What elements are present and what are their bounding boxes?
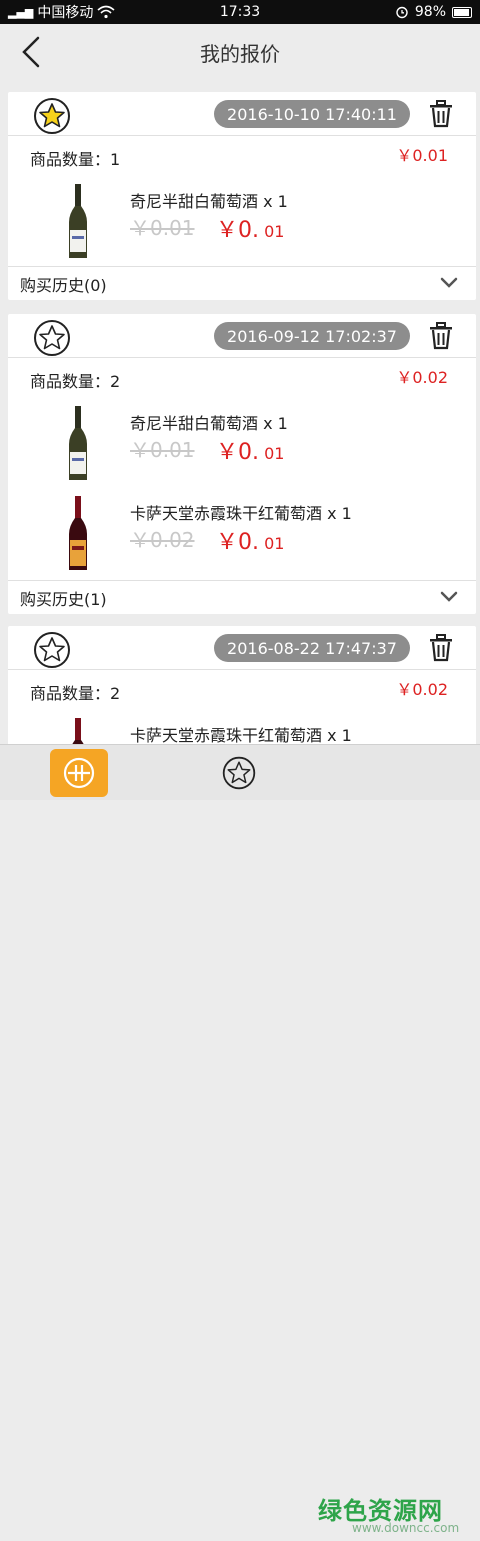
total-suffix: 02 (427, 680, 448, 699)
quote-date: 2016-09-12 17:02:37 (214, 322, 410, 350)
back-chevron-icon[interactable] (12, 32, 52, 72)
product-row[interactable]: 卡萨天堂赤霞珠干红葡萄酒 x 1 (8, 712, 476, 744)
product-name: 卡萨天堂赤霞珠干红葡萄酒 x 1 (130, 504, 352, 523)
price-suffix: 01 (259, 444, 285, 463)
red-wine-bottle-image (72, 718, 84, 744)
history-label: 购买历史(0) (20, 275, 107, 295)
star-outline-icon (222, 756, 256, 790)
history-label: 购买历史(1) (20, 589, 107, 609)
site-watermark: 绿色资源网 www.downcc.com (318, 1491, 462, 1541)
original-price: ￥0.01 (130, 216, 195, 240)
product-row[interactable]: 卡萨天堂赤霞珠干红葡萄酒 x 1 ￥0.02 ￥0. 01 (8, 490, 476, 580)
price-suffix: 01 (259, 222, 285, 241)
total-prefix: ￥0. (396, 146, 428, 165)
carrier-label: 中国移动 (37, 5, 94, 21)
status-time: 17:33 (219, 4, 261, 20)
trash-icon[interactable] (428, 634, 454, 662)
quote-icon (63, 757, 95, 789)
page-title: 我的报价 (200, 41, 280, 66)
tab-favorites[interactable] (210, 749, 268, 797)
star-outline-icon[interactable] (32, 318, 72, 358)
quote-list[interactable]: 2016-10-10 17:40:11 商品数量：1 ￥0.01 奇尼半甜白葡萄… (0, 90, 480, 744)
status-bar: ▂▄▆ 中国移动 17:33 98% (0, 0, 480, 24)
original-price: ￥0.02 (130, 528, 195, 552)
chevron-down-icon[interactable] (440, 277, 458, 289)
red-wine-bottle-image (69, 496, 87, 570)
card-header: 2016-08-22 17:47:37 (8, 626, 476, 670)
quote-price: ￥0. 01 (216, 434, 284, 466)
total-prefix: ￥0. (396, 368, 428, 387)
product-row[interactable]: 奇尼半甜白葡萄酒 x 1 ￥0.01 ￥0. 01 (8, 400, 476, 490)
watermark-url: www.downcc.com (352, 1521, 460, 1535)
quote-card: 2016-10-10 17:40:11 商品数量：1 ￥0.01 奇尼半甜白葡萄… (8, 92, 476, 300)
battery-percent: 98% (414, 4, 446, 20)
trash-icon[interactable] (428, 322, 454, 350)
purchase-history-toggle[interactable]: 购买历史(1) (8, 580, 476, 614)
trash-icon[interactable] (428, 100, 454, 128)
white-wine-bottle-image (69, 184, 87, 258)
quote-price: ￥0. 01 (216, 212, 284, 244)
signal-icon: ▂▄▆ (8, 5, 34, 19)
item-count: 商品数量：1 (30, 150, 121, 169)
star-filled-icon[interactable] (32, 96, 72, 136)
total-suffix: 01 (427, 146, 448, 165)
alarm-icon (396, 6, 408, 19)
quote-card: 2016-09-12 17:02:37 商品数量：2 ￥0.02 奇尼半甜白葡萄… (8, 314, 476, 614)
quote-date: 2016-10-10 17:40:11 (214, 100, 410, 128)
product-name: 奇尼半甜白葡萄酒 x 1 (130, 192, 288, 211)
star-outline-icon[interactable] (32, 630, 72, 670)
price-suffix: 01 (259, 534, 285, 553)
card-header: 2016-09-12 17:02:37 (8, 314, 476, 358)
quote-card: 2016-08-22 17:47:37 商品数量：2 ￥0.02 卡萨天堂赤霞珠… (8, 626, 476, 744)
price-prefix: ￥0. (216, 440, 259, 465)
quote-price: ￥0. 01 (216, 524, 284, 556)
item-count: 商品数量：2 (30, 684, 121, 703)
app-header: 我的报价 (0, 24, 480, 80)
chevron-down-icon[interactable] (440, 591, 458, 603)
price-prefix: ￥0. (216, 530, 259, 555)
original-price: ￥0.01 (130, 438, 195, 462)
total-suffix: 02 (427, 368, 448, 387)
price-prefix: ￥0. (216, 218, 259, 243)
item-count: 商品数量：2 (30, 372, 121, 391)
quote-date: 2016-08-22 17:47:37 (214, 634, 410, 662)
product-row[interactable]: 奇尼半甜白葡萄酒 x 1 ￥0.01 ￥0. 01 (8, 178, 476, 268)
total-prefix: ￥0. (396, 680, 428, 699)
wifi-icon (97, 5, 115, 19)
purchase-history-toggle[interactable]: 购买历史(0) (8, 266, 476, 300)
total-price: ￥0.02 (396, 676, 448, 700)
product-name: 奇尼半甜白葡萄酒 x 1 (130, 414, 288, 433)
tab-quotes[interactable] (50, 749, 108, 797)
card-header: 2016-10-10 17:40:11 (8, 92, 476, 136)
white-wine-bottle-image (69, 406, 87, 480)
product-name: 卡萨天堂赤霞珠干红葡萄酒 x 1 (130, 726, 352, 744)
bottom-tab-bar: 绿色资源网 www.downcc.com (0, 744, 480, 1535)
total-price: ￥0.01 (396, 142, 448, 166)
battery-icon (452, 6, 472, 18)
total-price: ￥0.02 (396, 364, 448, 388)
